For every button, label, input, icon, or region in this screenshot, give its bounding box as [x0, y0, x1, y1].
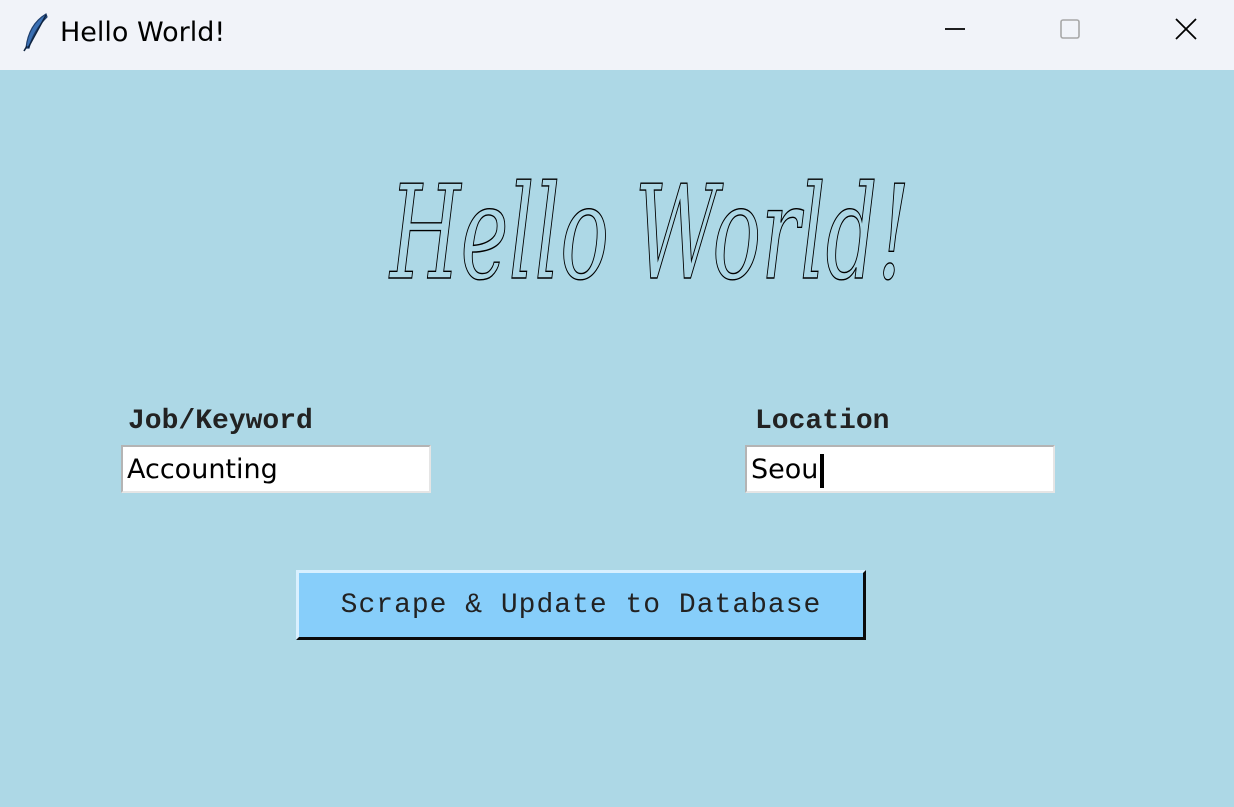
- location-label: Location: [755, 406, 890, 437]
- window-title: Hello World!: [60, 17, 226, 48]
- app-window: Hello World! Hello World! Job/Keyword Lo…: [0, 0, 1234, 807]
- feather-icon: [22, 12, 50, 52]
- scrape-update-button[interactable]: Scrape & Update to Database: [296, 570, 866, 640]
- title-bar[interactable]: Hello World!: [0, 0, 1234, 70]
- job-keyword-label: Job/Keyword: [128, 406, 313, 437]
- heading-text: Hello World!: [389, 160, 910, 300]
- location-input[interactable]: [745, 445, 1055, 493]
- close-icon: [1174, 17, 1198, 45]
- minimize-icon: [944, 18, 966, 44]
- text-cursor: [820, 454, 824, 488]
- minimize-button[interactable]: [897, 0, 1013, 62]
- page-heading: Hello World!: [388, 160, 911, 300]
- close-button[interactable]: [1128, 0, 1234, 62]
- job-keyword-input[interactable]: [121, 445, 431, 493]
- maximize-button[interactable]: [1012, 0, 1128, 62]
- maximize-icon: [1059, 18, 1081, 44]
